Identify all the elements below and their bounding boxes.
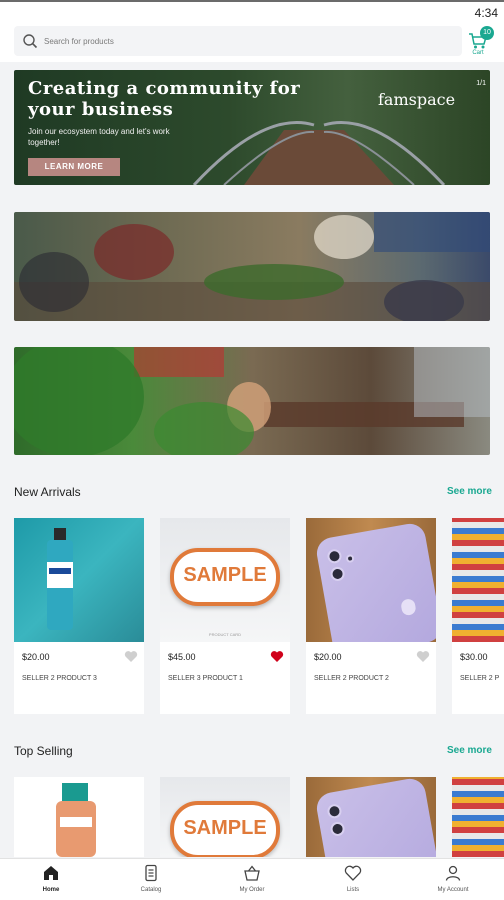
home-icon (44, 866, 58, 880)
apple-logo-icon (400, 598, 417, 617)
store-shelf-image[interactable] (452, 777, 504, 857)
favorite-heart-icon[interactable] (416, 650, 430, 663)
banner-title: Creating a community for your business (28, 78, 301, 120)
app-header: 10 Cart (0, 22, 504, 62)
product-price: $30.00 (460, 652, 488, 662)
purple-phone-image (314, 521, 436, 642)
status-time: 4:34 (474, 6, 498, 20)
cream-bottle-image (56, 783, 96, 857)
product-name: SELLER 2 PRODUCT 2 (314, 675, 389, 682)
sample-tag-image: SAMPLE (170, 548, 280, 606)
tab-label: My Order (239, 887, 265, 893)
sample-tag-image: SAMPLE (170, 801, 280, 857)
product-card[interactable]: SAMPLE (160, 777, 290, 857)
product-price: $20.00 (22, 652, 50, 662)
community-photo-banner[interactable] (14, 212, 490, 321)
promo-banner[interactable]: Creating a community for your business J… (14, 70, 490, 185)
cafe-photo (14, 347, 490, 455)
product-card[interactable]: $30.00 SELLER 2 P (452, 518, 504, 714)
camera-lens (326, 548, 343, 565)
tab-my-account[interactable]: My Account (403, 859, 503, 900)
product-card[interactable]: $20.00 SELLER 2 PRODUCT 2 (306, 518, 436, 714)
product-card[interactable]: SAMPLE PRODUCT CARD $45.00 SELLER 3 PROD… (160, 518, 290, 714)
search-bar[interactable] (14, 26, 462, 56)
tab-label: Home (42, 887, 60, 893)
top-selling-header: Top Selling See more (14, 744, 492, 760)
purple-phone-image (314, 777, 436, 857)
product-card[interactable] (14, 777, 144, 857)
search-icon (23, 34, 38, 49)
tab-label: Catalog (140, 887, 162, 893)
mouthwash-bottle-image (47, 528, 73, 630)
tab-lists[interactable]: Lists (303, 859, 403, 900)
cart-badge: 10 (480, 26, 494, 40)
camera-lens (326, 803, 343, 820)
sample-text: SAMPLE (183, 564, 267, 586)
product-image (306, 518, 436, 642)
section-title: Top Selling (14, 744, 73, 758)
product-image: SAMPLE PRODUCT CARD (160, 518, 290, 642)
cart-label: Cart (472, 50, 484, 56)
sample-text: SAMPLE (183, 817, 267, 839)
cafe-photo-banner[interactable] (14, 347, 490, 455)
favorite-heart-icon[interactable] (124, 650, 138, 663)
see-more-link[interactable]: See more (447, 745, 492, 756)
product-name: SELLER 2 P (460, 675, 500, 682)
see-more-link[interactable]: See more (447, 486, 492, 497)
workshop-photo (14, 212, 490, 321)
camera-lens (329, 565, 346, 583)
heart-icon (344, 865, 362, 881)
new-arrivals-header: New Arrivals See more (14, 485, 492, 501)
product-card[interactable]: $20.00 SELLER 2 PRODUCT 3 (14, 518, 144, 714)
product-price: $20.00 (314, 652, 342, 662)
bottom-tab-bar: Home Catalog My Order Lists My Account (0, 858, 504, 900)
banner-brand-logo: famspace (378, 90, 456, 109)
product-price: $45.00 (168, 652, 196, 662)
camera-flash (345, 553, 355, 564)
learn-more-button[interactable]: LEARN MORE (28, 158, 120, 176)
section-title: New Arrivals (14, 485, 81, 499)
store-shelf-image (452, 518, 504, 642)
tab-my-order[interactable]: My Order (202, 859, 302, 900)
search-input[interactable] (44, 33, 424, 49)
favorite-heart-icon[interactable] (270, 650, 284, 663)
basket-icon (244, 865, 260, 881)
user-icon (445, 865, 461, 881)
tab-label: Lists (346, 887, 360, 893)
product-card[interactable] (306, 777, 436, 857)
tab-catalog[interactable]: Catalog (101, 859, 201, 900)
bridge-image (192, 121, 446, 185)
product-name: SELLER 2 PRODUCT 3 (22, 675, 97, 682)
product-image (14, 518, 144, 642)
camera-lens (329, 820, 346, 838)
tab-home[interactable]: Home (1, 859, 101, 900)
cart-button[interactable]: 10 Cart (464, 24, 498, 60)
banner-subtitle: Join our ecosystem today and let's work … (28, 127, 170, 147)
tab-label: My Account (437, 887, 469, 893)
sample-caption: PRODUCT CARD (208, 632, 242, 637)
status-bar: 4:34 (0, 0, 504, 22)
catalog-icon (145, 864, 157, 882)
banner-index: 1/1 (476, 80, 486, 87)
product-name: SELLER 3 PRODUCT 1 (168, 675, 243, 682)
